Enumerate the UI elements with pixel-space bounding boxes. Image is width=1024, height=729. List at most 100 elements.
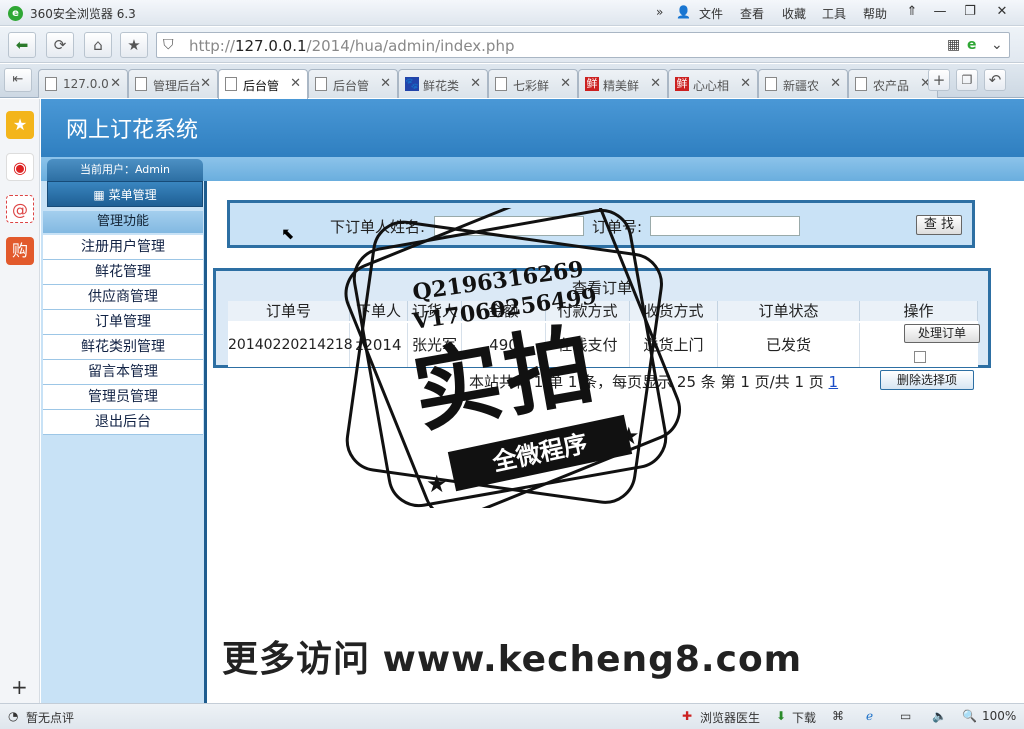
window-mode-icon[interactable]: ▭ — [900, 709, 911, 723]
paw-icon: 🐾 — [405, 77, 419, 91]
cell-amount: 490 — [462, 323, 546, 367]
ad-prefix: 更多访问 — [222, 639, 371, 680]
menu-help[interactable]: 帮助 — [863, 5, 887, 22]
doctor-icon[interactable]: ✚ — [682, 709, 692, 723]
tab-7[interactable]: 鲜心心相 ✕ — [668, 69, 758, 98]
orders-caption: 查看订单 — [571, 279, 632, 297]
rating-text[interactable]: 暂无点评 — [26, 709, 74, 726]
orderer-name-label: 下订单人姓名: — [330, 218, 426, 236]
add-sidebar-icon[interactable]: + — [11, 675, 28, 699]
tab-4[interactable]: 🐾 鲜花类 ✕ — [398, 69, 488, 98]
shop-icon: 鲜 — [675, 77, 689, 91]
tab-label: 精美鲜 — [603, 79, 640, 93]
volume-icon[interactable]: 🔈 — [932, 709, 947, 723]
sidebar-item[interactable]: 供应商管理 — [43, 285, 203, 310]
navigation-bar: ⬅ ⟳ ⌂ ★ ⛉ http://127.0.0.1/2014/hua/admi… — [0, 27, 1024, 63]
favorites-star-icon[interactable]: ★ — [6, 111, 34, 139]
window-title: 360安全浏览器 6.3 — [30, 7, 136, 21]
search-button[interactable]: 查 找 — [916, 215, 962, 235]
minimize-button[interactable]: — — [926, 2, 954, 22]
tab-close-icon[interactable]: ✕ — [740, 76, 751, 91]
pin-button[interactable]: ⇑ — [898, 2, 926, 22]
tab-close-icon[interactable]: ✕ — [560, 76, 571, 91]
back-button[interactable]: ⬅ — [8, 32, 36, 58]
orderer-name-input[interactable] — [434, 216, 584, 236]
tab-close-icon[interactable]: ✕ — [650, 76, 661, 91]
sidebar-item[interactable]: 退出后台 — [43, 410, 203, 435]
tab-8[interactable]: 新疆农 ✕ — [758, 69, 848, 98]
tab-close-icon[interactable]: ✕ — [290, 76, 301, 91]
tab-3[interactable]: 后台管 ✕ — [308, 69, 398, 98]
tab-list-icon[interactable]: ❐ — [956, 69, 978, 91]
cell-user: z2014 — [350, 323, 408, 367]
sidebar-item[interactable]: 订单管理 — [43, 310, 203, 335]
shopping-icon[interactable]: 购 — [6, 237, 34, 265]
mail-icon[interactable]: @ — [6, 195, 34, 223]
tab-2[interactable]: 后台管 ✕ — [218, 69, 308, 99]
ad-block-icon[interactable]: ⌘ — [832, 709, 844, 723]
sidebar-item[interactable]: 留言本管理 — [43, 360, 203, 385]
page-icon — [225, 77, 237, 91]
tab-5[interactable]: 七彩鲜 ✕ — [488, 69, 578, 98]
tab-close-icon[interactable]: ✕ — [110, 76, 121, 91]
menu-tools[interactable]: 工具 — [822, 5, 846, 22]
user-avatar-icon[interactable]: 👤 — [676, 5, 691, 19]
column-header: 订单状态 — [718, 301, 860, 321]
refresh-button[interactable]: ⟳ — [46, 32, 74, 58]
rating-icon[interactable]: ◔ — [8, 709, 18, 723]
weibo-icon[interactable]: ◉ — [6, 153, 34, 181]
sidebar-item[interactable]: 注册用户管理 — [43, 235, 203, 260]
favorite-star-button[interactable]: ★ — [120, 32, 148, 58]
tab-close-icon[interactable]: ✕ — [830, 76, 841, 91]
home-button[interactable]: ⌂ — [84, 32, 112, 58]
tab-label: 后台管 — [333, 79, 370, 93]
sidebar-item[interactable]: 管理员管理 — [43, 385, 203, 410]
page-link[interactable]: 1 — [829, 373, 839, 391]
tab-1[interactable]: 管理后台 ✕ — [128, 69, 218, 98]
security-shield-icon: ⛉ — [163, 37, 174, 53]
order-number-input[interactable] — [650, 216, 800, 236]
browser-doctor[interactable]: 浏览器医生 — [700, 709, 760, 726]
tab-close-icon[interactable]: ✕ — [380, 76, 391, 91]
zoom-icon[interactable]: 🔍 — [962, 709, 977, 723]
close-window-button[interactable]: ✕ — [988, 2, 1016, 22]
menu-arrows-icon[interactable]: » — [656, 5, 663, 19]
browser-logo-icon: e — [8, 6, 23, 21]
engine-icon[interactable]: e — [967, 37, 977, 53]
tab-close-icon[interactable]: ✕ — [200, 76, 211, 91]
column-header: 订货人 — [408, 301, 462, 321]
tab-close-icon[interactable]: ✕ — [470, 76, 481, 91]
download-icon[interactable]: ⬇ — [776, 709, 786, 723]
mouse-cursor-icon: ⬉ — [281, 224, 295, 243]
undo-close-icon[interactable]: ↶ — [984, 69, 1006, 91]
delete-selected-button[interactable]: 删除选择项 — [880, 370, 974, 390]
dropdown-chevron-icon[interactable]: ⌄ — [991, 37, 1003, 53]
address-url[interactable]: http://127.0.0.1/2014/hua/admin/index.ph… — [189, 37, 514, 55]
column-header: 下单人 — [350, 301, 408, 321]
menu-favorites[interactable]: 收藏 — [782, 5, 806, 22]
orders-table: 订单号 下单人 订货人 金额 付款方式 收货方式 订单状态 操作 20140220214218… — [228, 301, 980, 367]
status-bar: ◔ 暂无点评 ✚ 浏览器医生 ⬇ 下载 ⌘ ℯ ▭ 🔈 🔍 100% — [0, 703, 1024, 729]
sidebar-toggle-icon[interactable]: ⇤ — [4, 68, 32, 92]
zoom-level[interactable]: 100% — [982, 709, 1016, 723]
address-bar[interactable]: ⛉ http://127.0.0.1/2014/hua/admin/index.… — [156, 32, 1010, 58]
column-header: 金额 — [462, 301, 546, 321]
sidebar-item[interactable]: 鲜花管理 — [43, 260, 203, 285]
sidebar-item[interactable]: 鲜花类别管理 — [43, 335, 203, 360]
tab-0[interactable]: 127.0.0 ✕ — [38, 69, 128, 98]
ad-url: www.kecheng8.com — [382, 639, 803, 680]
new-tab-button[interactable]: + — [928, 69, 950, 91]
menu-view[interactable]: 查看 — [740, 5, 764, 22]
download-label[interactable]: 下载 — [792, 709, 816, 726]
tab-9[interactable]: 农产品 ✕ — [848, 69, 938, 98]
page-icon — [45, 77, 57, 91]
qr-code-icon[interactable]: ▦ — [947, 37, 960, 53]
cell-pay-method: 在线支付 — [546, 323, 630, 367]
restore-button[interactable]: ❐ — [956, 2, 984, 22]
menu-file[interactable]: 文件 — [699, 5, 723, 22]
tab-6[interactable]: 鲜精美鲜 ✕ — [578, 69, 668, 98]
ie-icon[interactable]: ℯ — [866, 709, 873, 723]
row-select-checkbox[interactable] — [914, 351, 926, 363]
column-header: 订单号 — [228, 301, 350, 321]
process-order-button[interactable]: 处理订单 — [904, 324, 980, 343]
